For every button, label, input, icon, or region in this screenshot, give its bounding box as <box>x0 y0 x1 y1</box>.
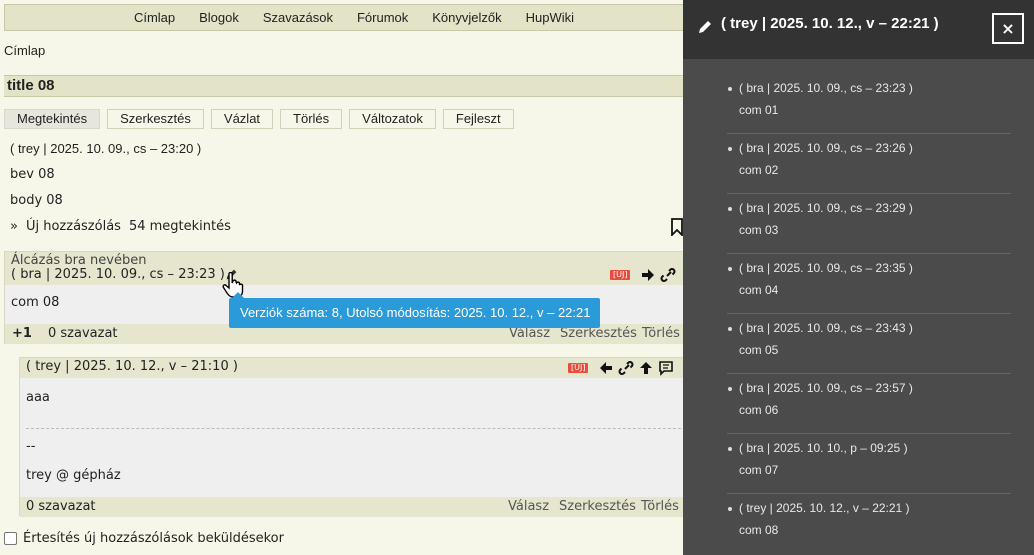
breadcrumb[interactable]: Címlap <box>4 43 45 58</box>
page-title: title 08 <box>4 75 690 97</box>
node-teaser: bev 08 <box>10 167 55 182</box>
comment-header: ( trey | 2025. 10. 12., v – 21:10 ) [ÚJ] <box>20 358 690 378</box>
revision-item[interactable]: ( bra | 2025. 10. 09., cs – 23:43 ) com 0… <box>727 314 1011 374</box>
comment-icon[interactable] <box>658 360 674 376</box>
node-meta: ( trey | 2025. 10. 09., cs – 23:20 ) <box>10 141 202 156</box>
nav-item-szavazasok[interactable]: Szavazások <box>263 10 333 25</box>
notify-option: Értesítés új hozzászólások beküldésekor <box>4 531 284 546</box>
arrow-left-icon[interactable] <box>598 360 614 376</box>
revision-list: ( bra | 2025. 10. 09., cs – 23:23 ) com 0… <box>727 74 1011 554</box>
nav-item-cimlap[interactable]: Címlap <box>134 10 175 25</box>
new-badge: [ÚJ] <box>610 270 631 280</box>
notify-label[interactable]: Értesítés új hozzászólások beküldésekor <box>23 531 284 546</box>
comment-actions: [ÚJ] <box>568 360 674 376</box>
comment-votes: 0 szavazat <box>26 499 96 514</box>
top-navigation: Címlap Blogok Szavazások Fórumok Könyvje… <box>4 4 690 31</box>
revision-item[interactable]: ( bra | 2025. 10. 09., cs – 23:23 ) com 0… <box>727 74 1011 134</box>
tab-revisions[interactable]: Változatok <box>349 109 436 129</box>
main-content: Címlap Blogok Szavazások Fórumok Könyvje… <box>0 0 690 555</box>
signature: trey @ gépház <box>26 468 121 483</box>
comment-header: Álcázás bra nevében ( bra | 2025. 10. 09… <box>5 252 690 285</box>
close-button[interactable]: × <box>992 13 1024 44</box>
edit-link[interactable]: Szerkesztés <box>559 499 636 514</box>
link-icon[interactable] <box>618 360 634 376</box>
revision-item[interactable]: ( bra | 2025. 10. 10., p – 09:25 ) com 07 <box>727 434 1011 494</box>
reply-link[interactable]: Válasz <box>509 326 550 341</box>
comment-trey: ( trey | 2025. 10. 12., v – 21:10 ) [ÚJ]… <box>19 357 690 517</box>
revision-item[interactable]: ( bra | 2025. 10. 09., cs – 23:35 ) com 0… <box>727 254 1011 314</box>
signature-divider <box>26 428 686 429</box>
node-tabs: Megtekintés Szerkesztés Vázlat Törlés Vá… <box>4 109 521 129</box>
comment-meta: ( bra | 2025. 10. 09., cs – 23:23 ) <box>11 267 225 282</box>
node-links: » Új hozzászólás 54 megtekintés <box>10 219 231 234</box>
signature-separator: -- <box>26 439 36 454</box>
delete-link[interactable]: Törlés <box>642 326 680 341</box>
panel-header: ( trey | 2025. 10. 12., v – 22:21 ) × <box>683 0 1034 59</box>
edit-link[interactable]: Szerkesztés <box>560 326 637 341</box>
bookmark-icon[interactable] <box>671 218 683 236</box>
link-arrow: » <box>10 219 18 234</box>
tab-devel[interactable]: Fejleszt <box>442 109 514 129</box>
revisions-panel: ( trey | 2025. 10. 12., v – 22:21 ) × ( … <box>683 0 1034 555</box>
view-count: 54 megtekintés <box>128 219 231 234</box>
notify-checkbox[interactable] <box>4 532 17 545</box>
node-body: body 08 <box>10 193 63 208</box>
pencil-icon <box>699 21 711 33</box>
new-badge: [ÚJ] <box>568 363 589 373</box>
revision-tooltip: Verziók száma: 8, Utolsó módosítás: 2025… <box>229 292 600 328</box>
mask-label: Álcázás bra nevében <box>11 253 147 268</box>
comment-actions: [ÚJ] <box>610 267 676 283</box>
revision-item[interactable]: ( bra | 2025. 10. 09., cs – 23:29 ) com 0… <box>727 194 1011 254</box>
new-comment-link[interactable]: Új hozzászólás <box>26 219 121 234</box>
nav-item-konyvjelzok[interactable]: Könyvjelzők <box>432 10 501 25</box>
panel-title: ( trey | 2025. 10. 12., v – 22:21 ) <box>721 15 939 32</box>
comment-footer: 0 szavazat Válasz Szerkesztés Törlés <box>20 497 690 517</box>
tab-draft[interactable]: Vázlat <box>210 109 274 129</box>
link-icon[interactable] <box>660 267 676 283</box>
revision-item[interactable]: ( bra | 2025. 10. 09., cs – 23:57 ) com 0… <box>727 374 1011 434</box>
comment-body-wrap: aaa -- trey @ gépház <box>20 378 690 497</box>
comment-votes: 0 szavazat <box>48 326 118 341</box>
tab-delete[interactable]: Törlés <box>280 109 343 129</box>
reply-link[interactable]: Válasz <box>508 499 549 514</box>
revision-item[interactable]: ( trey | 2025. 10. 12., v – 22:21 ) com 0… <box>727 494 1011 554</box>
arrow-right-icon[interactable] <box>640 267 656 283</box>
delete-link[interactable]: Törlés <box>641 499 679 514</box>
nav-item-blogok[interactable]: Blogok <box>199 10 239 25</box>
nav-item-hupwiki[interactable]: HupWiki <box>526 10 574 25</box>
revision-item[interactable]: ( bra | 2025. 10. 09., cs – 23:26 ) com 0… <box>727 134 1011 194</box>
nav-item-forumok[interactable]: Fórumok <box>357 10 408 25</box>
comment-body: aaa <box>26 390 50 405</box>
tab-edit[interactable]: Szerkesztés <box>107 109 204 129</box>
comment-score: +1 <box>12 326 32 341</box>
tab-view[interactable]: Megtekintés <box>4 109 101 129</box>
arrow-up-icon[interactable] <box>638 360 654 376</box>
